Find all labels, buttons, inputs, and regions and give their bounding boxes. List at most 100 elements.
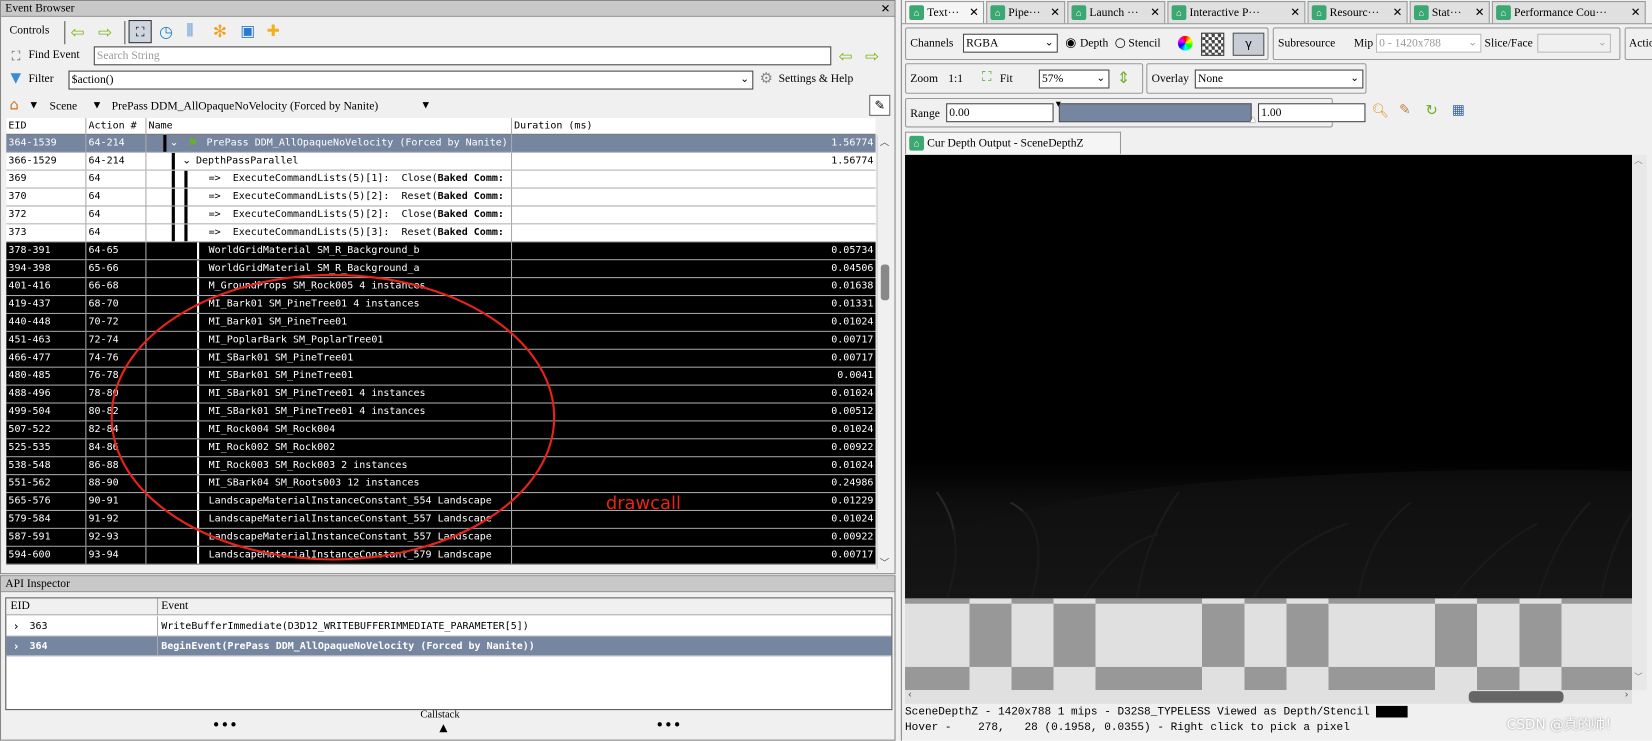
image-hscrollbar[interactable]: ‹ › [905, 690, 1633, 704]
zoom-range-icon[interactable]: 🔍︎ [1372, 103, 1389, 119]
col-eid[interactable]: EID [11, 599, 30, 612]
reset-range-icon[interactable]: ↻ [1426, 102, 1438, 119]
depth-radio[interactable]: ◉ [1065, 35, 1076, 50]
overlay-value: None [1197, 72, 1224, 86]
tab-label: Resourc··· [1329, 6, 1380, 19]
image-vscrollbar[interactable]: ︿ ﹀ [1632, 154, 1647, 691]
tab-0[interactable]: ⌂ Text··· ✕ [905, 1, 985, 24]
window-icon: ⌂ [1496, 5, 1511, 21]
window-icon: ⌂ [1171, 5, 1187, 21]
zoom-group: Zoom 1:1 ⛶ Fit 57% ⌄ ⇕ [905, 63, 1144, 94]
tab-label: Launch ··· [1089, 6, 1139, 19]
left-more-button[interactable]: ••• [212, 718, 238, 735]
zoom-value: 57% [1042, 72, 1064, 86]
channels-value: RGBA [966, 36, 999, 50]
watermark: CSDN @真的帅！ [1506, 717, 1619, 734]
range-max-handle[interactable]: ▲ [1250, 115, 1256, 126]
close-icon[interactable]: ✕ [1050, 2, 1060, 23]
chevron-down-icon: ⌄ [1044, 36, 1054, 49]
scroll-right-icon[interactable]: › [1624, 690, 1630, 701]
zoom-select[interactable]: 57% ⌄ [1038, 69, 1110, 89]
flip-vertical-icon[interactable]: ⇕ [1117, 68, 1130, 87]
fit-icon[interactable]: ⛶ [982, 70, 992, 86]
range-label: Range [910, 107, 940, 121]
histogram-icon[interactable]: ▦ [1452, 102, 1465, 118]
callstack-label[interactable]: Callstack [420, 709, 459, 721]
zoom-1to1-button[interactable]: 1:1 [948, 73, 963, 86]
checkerboard-toggle-icon[interactable] [1201, 32, 1225, 56]
color-picker-icon[interactable] [1177, 35, 1193, 51]
scroll-left-icon[interactable]: ‹ [907, 690, 913, 701]
texture-status-text: SceneDepthZ - 1420x788 1 mips - D32S8_TY… [905, 706, 1370, 719]
channels-select[interactable]: RGBA ⌄ [962, 33, 1058, 53]
api-inspector-title: API Inspector [1, 576, 895, 593]
api-eid: 363 [29, 620, 48, 633]
tab-6[interactable]: ⌂ Performance Cou··· ✕ [1491, 1, 1646, 24]
api-event: WriteBufferImmediate(D3D12_WRITEBUFFERIM… [161, 620, 529, 633]
chevron-right-icon[interactable]: › [13, 636, 20, 656]
pixel-color-swatch [1376, 705, 1409, 718]
scrollbar-thumb[interactable] [1468, 691, 1564, 703]
depth-image[interactable] [905, 154, 1633, 599]
tab-5[interactable]: ⌂ Stat··· ✕ [1409, 1, 1490, 24]
api-row[interactable]: › 364 BeginEvent(PrePass DDM_AllOpaqueNoVe… [6, 636, 892, 657]
range-max-input[interactable]: 1.00 [1257, 103, 1366, 123]
range-group: Range 0.00 ▼ ▲ 1.00 [905, 97, 1366, 128]
api-table-header: EID Event [6, 598, 892, 616]
close-icon[interactable]: ✕ [1475, 2, 1485, 23]
col-event[interactable]: Event [161, 599, 188, 612]
chevron-down-icon: ⌄ [1468, 36, 1478, 49]
range-slider[interactable]: ▼ ▲ [1056, 99, 1256, 125]
tab-1[interactable]: ⌂ Pipe··· ✕ [986, 1, 1066, 24]
window-icon: ⌂ [990, 5, 1006, 21]
scroll-up-icon[interactable]: ︿ [1634, 155, 1642, 167]
close-icon[interactable]: ✕ [969, 2, 979, 23]
texture-icon: ⌂ [909, 135, 925, 151]
gamma-toggle-button[interactable]: γ [1232, 32, 1265, 56]
texture-status-info: SceneDepthZ - 1420x788 1 mips - D32S8_TY… [905, 705, 1409, 719]
fit-button[interactable]: Fit [1000, 73, 1013, 86]
tab-label: Performance Cou··· [1514, 6, 1608, 19]
actions-label[interactable]: Actio [1629, 37, 1652, 50]
annotation-layer [110, 273, 556, 561]
chevron-right-icon[interactable]: › [13, 616, 20, 636]
close-icon[interactable]: ✕ [1150, 2, 1160, 23]
actions-group: Actio [1624, 27, 1652, 61]
hover-status: Hover - 278, 28 (0.1958, 0.0355) - Right… [905, 721, 1350, 735]
checkerboard-background [905, 598, 1633, 691]
close-icon[interactable]: ✕ [1631, 2, 1641, 23]
stencil-radio[interactable]: ○ [1115, 35, 1126, 50]
grass-silhouette [905, 469, 1633, 599]
auto-fit-icon[interactable]: ✎ [1399, 102, 1410, 118]
close-icon[interactable]: ✕ [1393, 2, 1403, 23]
scroll-down-icon[interactable]: ﹀ [1634, 671, 1642, 683]
range-min-input[interactable]: 0.00 [946, 103, 1054, 123]
api-row[interactable]: › 363 WriteBufferImmediate(D3D12_WRITEBUFF… [6, 616, 892, 637]
window-icon: ⌂ [909, 5, 925, 21]
event-browser-panel: Event Browser ✕ Controls ⇦ ⇨ ⛶ ◷ ⫼ ✻ ▣ ✚ … [0, 0, 896, 575]
right-more-button[interactable]: ••• [655, 718, 681, 735]
tab-2[interactable]: ⌂ Launch ··· ✕ [1067, 1, 1166, 24]
image-tab[interactable]: ⌂ Cur Depth Output - SceneDepthZ [905, 131, 1122, 154]
tab-label: Text··· [927, 6, 960, 19]
drawcall-annotation-label: drawcall [605, 493, 681, 515]
api-event: BeginEvent(PrePass DDM_AllOpaqueNoVeloci… [161, 640, 535, 653]
expand-up-icon[interactable]: ▲ [439, 723, 447, 735]
channels-group: Channels RGBA ⌄ ◉ Depth ○ Stencil γ [905, 27, 1269, 61]
window-icon: ⌂ [1071, 5, 1087, 21]
api-table: EID Event › 363 WriteBufferImmediate(D3D12… [5, 597, 893, 711]
api-eid: 364 [29, 640, 48, 653]
slice-face-label: Slice/Face [1484, 36, 1533, 50]
divider [156, 598, 159, 616]
api-inspector-panel: API Inspector EID Event › 363 WriteBufferI… [0, 575, 896, 741]
drawcall-annotation-ellipse [110, 273, 556, 561]
overlay-select[interactable]: None ⌄ [1194, 69, 1364, 89]
tab-label: Pipe··· [1008, 6, 1041, 19]
tab-3[interactable]: ⌂ Interactive P··· ✕ [1167, 1, 1306, 24]
divider [156, 616, 159, 637]
tab-4[interactable]: ⌂ Resourc··· ✕ [1307, 1, 1408, 24]
close-icon[interactable]: ✕ [1290, 2, 1300, 23]
range-min-handle[interactable]: ▼ [1056, 99, 1061, 108]
slice-face-select[interactable]: ⌄ [1537, 33, 1611, 53]
mip-select[interactable]: 0 - 1420x788 ⌄ [1376, 33, 1482, 53]
